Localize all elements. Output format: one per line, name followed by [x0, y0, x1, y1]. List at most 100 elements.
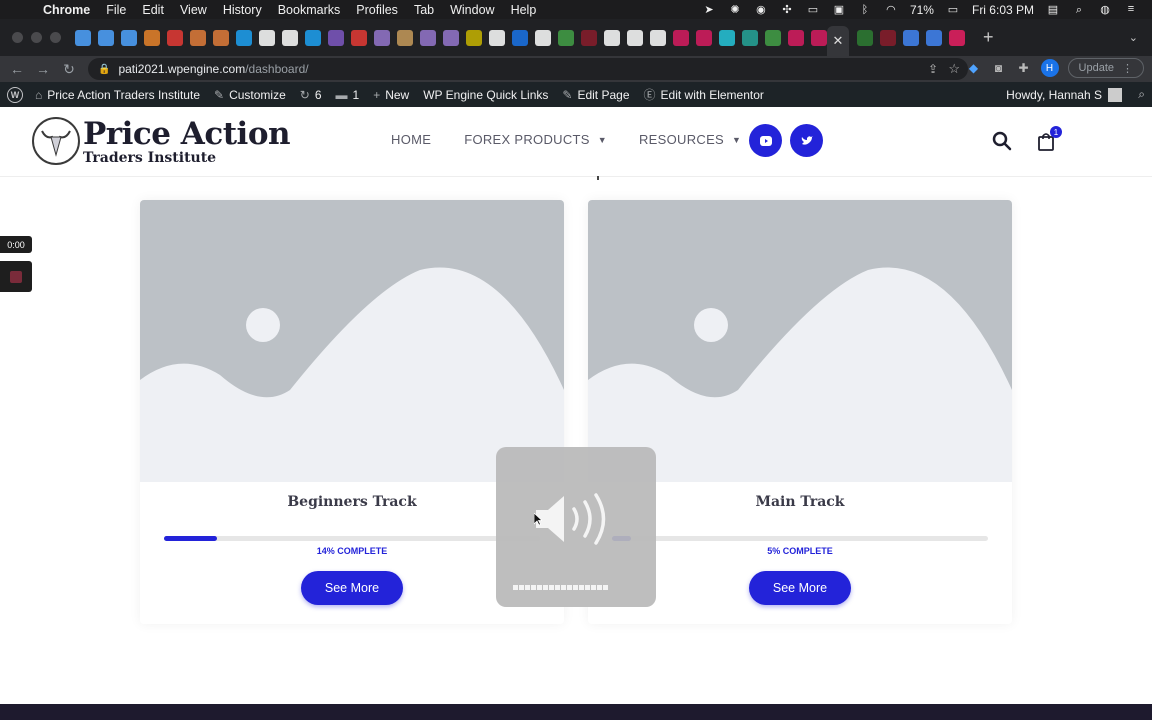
- tab-favicon[interactable]: [259, 29, 275, 46]
- tab-favicon[interactable]: [305, 29, 321, 46]
- location-arrow-icon[interactable]: ➤: [702, 4, 716, 16]
- tab-favicon[interactable]: [949, 29, 965, 46]
- tab-favicon[interactable]: [788, 29, 804, 46]
- tab-close-icon[interactable]: ✕: [833, 33, 844, 49]
- tab-favicon[interactable]: [397, 29, 413, 46]
- wp-customize[interactable]: ✎ Customize: [214, 88, 286, 102]
- search-icon[interactable]: [992, 131, 1012, 151]
- wp-account[interactable]: Howdy, Hannah S: [1006, 87, 1122, 102]
- tool-status-icon[interactable]: ✣: [780, 4, 794, 16]
- active-tab[interactable]: ✕: [827, 26, 849, 56]
- siri-icon[interactable]: ◍: [1098, 4, 1112, 16]
- twitter-button[interactable]: [790, 124, 823, 157]
- tab-favicon[interactable]: [903, 29, 919, 46]
- tab-favicon[interactable]: [144, 29, 160, 46]
- wp-site-name[interactable]: ⌂ Price Action Traders Institute: [35, 88, 200, 102]
- tab-favicon[interactable]: [604, 29, 620, 46]
- tab-favicon[interactable]: [75, 29, 91, 46]
- nav-forex-products[interactable]: FOREX PRODUCTS ▼: [464, 132, 607, 147]
- tab-favicon[interactable]: [627, 29, 643, 46]
- tab-favicon[interactable]: [121, 29, 137, 46]
- reload-icon[interactable]: ↻: [56, 61, 82, 78]
- share-icon[interactable]: ⇪: [928, 62, 938, 76]
- youtube-button[interactable]: [749, 124, 782, 157]
- tab-favicon[interactable]: [351, 29, 367, 46]
- menu-profiles[interactable]: Profiles: [356, 3, 398, 17]
- see-more-button[interactable]: See More: [301, 571, 403, 605]
- tab-favicon[interactable]: [742, 29, 758, 46]
- tab-favicon[interactable]: [282, 29, 298, 46]
- zoom-window-icon[interactable]: [50, 32, 61, 43]
- logo-title[interactable]: Price Action: [83, 117, 291, 151]
- tab-favicon[interactable]: [374, 29, 390, 46]
- wordpress-logo-icon[interactable]: W: [7, 86, 23, 103]
- tab-favicon[interactable]: [167, 29, 183, 46]
- menu-tab[interactable]: Tab: [414, 3, 434, 17]
- bluetooth-icon[interactable]: ᛒ: [858, 4, 872, 16]
- lock-icon[interactable]: 🔒: [98, 64, 110, 75]
- tab-favicon[interactable]: [581, 29, 597, 46]
- tab-search-chevron-icon[interactable]: ⌄: [1129, 31, 1138, 44]
- nav-resources[interactable]: RESOURCES ▼: [639, 132, 741, 147]
- extension-gem-icon[interactable]: ◆: [966, 61, 982, 75]
- logo-subtitle[interactable]: Traders Institute: [83, 150, 216, 166]
- tab-favicon[interactable]: [328, 29, 344, 46]
- menu-bookmarks[interactable]: Bookmarks: [278, 3, 341, 17]
- tab-favicon[interactable]: [650, 29, 666, 46]
- new-tab-button[interactable]: +: [983, 27, 994, 48]
- close-window-icon[interactable]: [12, 32, 23, 43]
- wp-edit-elementor[interactable]: Ⓔ Edit with Elementor: [644, 86, 764, 103]
- update-button[interactable]: Update ⋮: [1067, 58, 1144, 78]
- menu-file[interactable]: File: [106, 3, 126, 17]
- profile-avatar[interactable]: H: [1040, 59, 1059, 77]
- airplay-icon[interactable]: ▭: [806, 4, 820, 16]
- wp-new[interactable]: + New: [373, 88, 409, 102]
- wp-search-icon[interactable]: ⌕: [1138, 87, 1145, 102]
- mirror-icon[interactable]: ▣: [832, 4, 846, 16]
- forward-arrow-icon[interactable]: →: [30, 61, 56, 77]
- tab-favicon[interactable]: [926, 29, 942, 46]
- tab-favicon[interactable]: [558, 29, 574, 46]
- tab-favicon[interactable]: [857, 29, 873, 46]
- menu-view[interactable]: View: [180, 3, 207, 17]
- stop-recording-button[interactable]: [0, 261, 32, 292]
- wp-edit-page[interactable]: ✎ Edit Page: [562, 88, 629, 102]
- menu-help[interactable]: Help: [511, 3, 537, 17]
- battery-icon[interactable]: ▭: [946, 4, 960, 16]
- menu-edit[interactable]: Edit: [142, 3, 164, 17]
- minimize-window-icon[interactable]: [31, 32, 42, 43]
- tab-favicon[interactable]: [673, 29, 689, 46]
- wp-engine-quick-links[interactable]: WP Engine Quick Links: [423, 88, 548, 102]
- tab-favicon[interactable]: [190, 29, 206, 46]
- tab-favicon[interactable]: [719, 29, 735, 46]
- camera-extension-icon[interactable]: ◙: [991, 61, 1007, 75]
- wp-updates[interactable]: ↻ 6: [300, 88, 322, 102]
- clock[interactable]: Fri 6:03 PM: [972, 3, 1034, 17]
- bull-logo-icon[interactable]: [32, 117, 80, 165]
- wp-comments[interactable]: ▬ 1: [336, 88, 360, 102]
- tab-favicon[interactable]: [213, 29, 229, 46]
- nav-home[interactable]: HOME: [391, 132, 431, 147]
- tab-favicon[interactable]: [512, 29, 528, 46]
- tab-favicon[interactable]: [535, 29, 551, 46]
- wifi-icon[interactable]: ◠: [884, 4, 898, 16]
- tab-favicon[interactable]: [443, 29, 459, 46]
- tab-favicon[interactable]: [765, 29, 781, 46]
- see-more-button[interactable]: See More: [749, 571, 851, 605]
- back-arrow-icon[interactable]: ←: [4, 61, 30, 77]
- address-bar[interactable]: 🔒 pati2021.wpengine.com/dashboard/ ⇪ ☆: [88, 58, 968, 80]
- tab-favicon[interactable]: [811, 29, 827, 46]
- menu-history[interactable]: History: [223, 3, 262, 17]
- extension-status-icon[interactable]: ◉: [754, 4, 768, 16]
- extensions-puzzle-icon[interactable]: ✚: [1016, 61, 1032, 75]
- brightness-icon[interactable]: ✺: [728, 4, 742, 16]
- tab-favicon[interactable]: [98, 29, 114, 46]
- bookmark-star-icon[interactable]: ☆: [948, 61, 960, 77]
- app-menu-chrome[interactable]: Chrome: [43, 3, 90, 17]
- tab-favicon[interactable]: [236, 29, 252, 46]
- tab-favicon[interactable]: [420, 29, 436, 46]
- tab-favicon[interactable]: [880, 29, 896, 46]
- tab-favicon[interactable]: [489, 29, 505, 46]
- menu-window[interactable]: Window: [450, 3, 494, 17]
- spotlight-search-icon[interactable]: ⌕: [1072, 4, 1086, 16]
